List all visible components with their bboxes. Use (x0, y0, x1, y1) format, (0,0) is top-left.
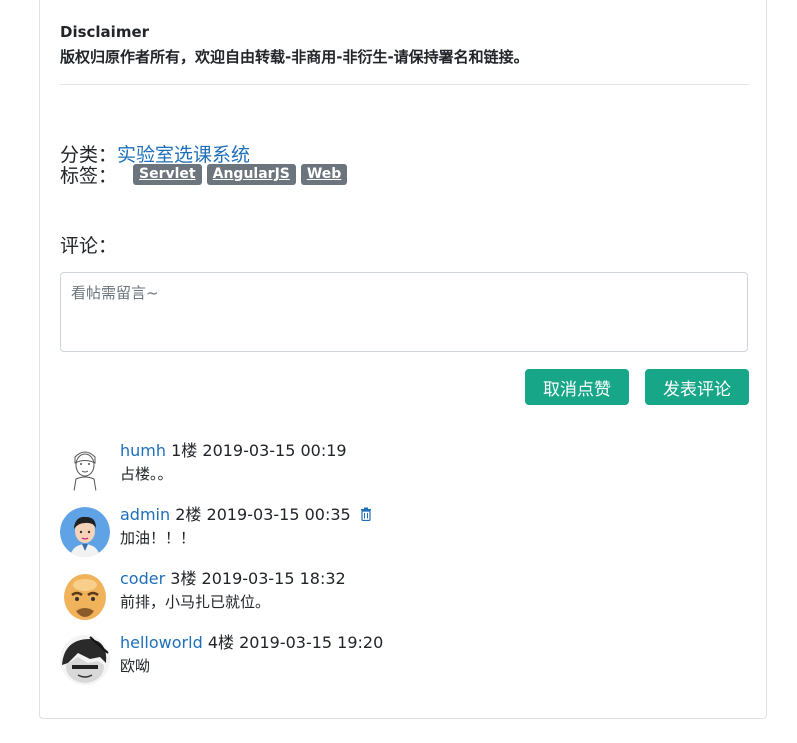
comment-user-link[interactable]: coder (120, 569, 165, 588)
comment-user-link[interactable]: helloworld (120, 633, 203, 652)
comment-time: 2019-03-15 19:20 (239, 633, 384, 652)
comment-input[interactable] (60, 272, 748, 352)
post-comment-button[interactable]: 发表评论 (645, 369, 749, 405)
comment-time: 2019-03-15 00:35 (206, 505, 351, 524)
comment-item: humh 1楼 2019-03-15 00:19 占楼。。 (60, 441, 750, 499)
comment-floor: 2楼 (175, 505, 202, 524)
tag-list: Servlet AngularJS Web (133, 164, 352, 185)
comment-user-link[interactable]: admin (120, 505, 170, 524)
comment-item: coder 3楼 2019-03-15 18:32 前排，小马扎已就位。 (60, 569, 750, 627)
tags-label: 标签： (60, 165, 118, 187)
comment-floor: 3楼 (170, 569, 197, 588)
comment-text: 占楼。。 (120, 465, 173, 483)
trash-icon[interactable] (360, 506, 372, 525)
tags-row: 标签： Servlet AngularJS Web (60, 161, 352, 188)
tag-web[interactable]: Web (300, 164, 348, 185)
comment-item: admin 2楼 2019-03-15 00:35 加油！！！ (60, 505, 750, 563)
comment-text: 欧呦 (120, 657, 151, 675)
man-blue-avatar-icon[interactable] (60, 507, 110, 557)
comment-header: helloworld 4楼 2019-03-15 19:20 (120, 629, 383, 653)
comment-floor: 4楼 (207, 633, 234, 652)
comment-header: admin 2楼 2019-03-15 00:35 (120, 501, 372, 525)
comment-item: helloworld 4楼 2019-03-15 19:20 欧呦 (60, 633, 750, 691)
comment-user-link[interactable]: humh (120, 441, 166, 460)
comment-header: humh 1楼 2019-03-15 00:19 (120, 437, 347, 461)
sketch-boy-avatar-icon[interactable] (60, 443, 110, 493)
comment-time: 2019-03-15 18:32 (201, 569, 346, 588)
comment-header: coder 3楼 2019-03-15 18:32 (120, 565, 346, 589)
bald-man-avatar-icon[interactable] (60, 571, 110, 621)
tag-servlet[interactable]: Servlet (133, 164, 202, 185)
comment-label: 评论： (60, 235, 118, 257)
comment-time: 2019-03-15 00:19 (202, 441, 347, 460)
disclaimer-title: Disclaimer (60, 23, 150, 41)
comment-text: 加油！！！ (120, 529, 196, 547)
post-card: Disclaimer 版权归原作者所有，欢迎自由转载-非商用-非衍生-请保持署名… (39, 0, 767, 719)
disclaimer-text: 版权归原作者所有，欢迎自由转载-非商用-非衍生-请保持署名和链接。 (60, 48, 529, 66)
comment-text: 前排，小马扎已就位。 (120, 593, 271, 611)
comment-floor: 1楼 (171, 441, 198, 460)
tag-angularjs[interactable]: AngularJS (206, 164, 296, 185)
divider (60, 84, 749, 85)
manga-avatar-icon[interactable] (60, 635, 110, 685)
unlike-button[interactable]: 取消点赞 (525, 369, 629, 405)
